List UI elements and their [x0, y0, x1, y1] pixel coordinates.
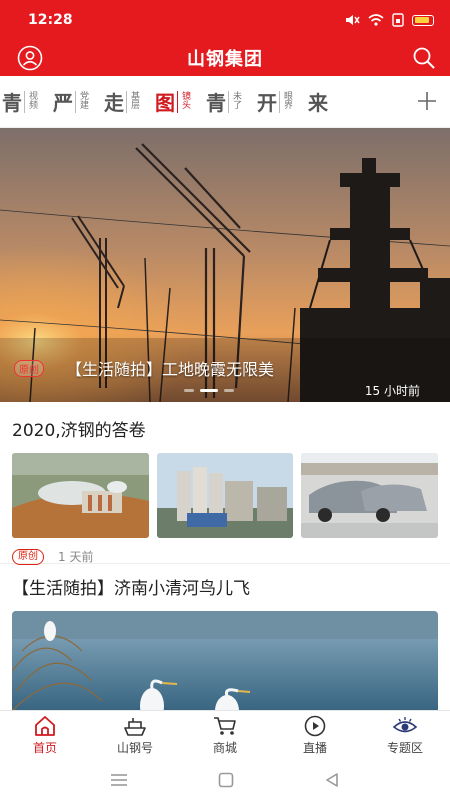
thumbnail-cars: [301, 453, 439, 538]
menu-icon[interactable]: [110, 773, 128, 787]
channel-glyph: 严: [53, 91, 73, 115]
tab-home[interactable]: 首页: [0, 711, 90, 760]
channel-sublabel: 党建: [75, 90, 88, 113]
sim-icon: [392, 13, 404, 27]
home-icon: [35, 716, 55, 736]
channel-glyph: 来: [308, 91, 328, 115]
cart-icon: [214, 717, 236, 735]
article-card[interactable]: 【生活随拍】济南小清河鸟儿飞: [0, 564, 450, 721]
channel-bar: 青 视频 严 党建 走 基层 图 镜头 青 未了 开 眼界 来: [0, 76, 450, 128]
system-nav-bar: [0, 760, 450, 800]
channel-glyph: 开: [257, 91, 277, 115]
carousel-indicator: [184, 389, 234, 392]
channel-list: 青 视频 严 党建 走 基层 图 镜头 青 未了 开 眼界 来: [0, 76, 336, 127]
article-card[interactable]: 2020,济钢的答卷 原创 1 天前: [0, 402, 450, 565]
original-tag: 原创: [12, 548, 44, 565]
home-square-icon[interactable]: [218, 772, 234, 788]
search-button[interactable]: [410, 44, 438, 72]
article-title: 2020,济钢的答卷: [12, 421, 146, 441]
user-icon: [17, 45, 43, 71]
profile-button[interactable]: [16, 44, 44, 72]
status-icons: [344, 13, 434, 27]
mute-icon: [346, 15, 360, 25]
channel-glyph: 青: [2, 91, 22, 115]
tab-mall[interactable]: 商城: [180, 711, 270, 760]
banner-carousel[interactable]: 原创 【生活随拍】工地晚霞无限美 15 小时前: [0, 128, 450, 402]
channel-glyph: 走: [104, 91, 124, 115]
app-title: 山钢集团: [187, 49, 263, 70]
channel-horizon[interactable]: 开 眼界: [249, 76, 300, 127]
battery-icon: [412, 14, 434, 26]
wifi-icon: [368, 14, 384, 26]
channel-come[interactable]: 来: [300, 76, 336, 127]
channel-party[interactable]: 严 党建: [45, 76, 96, 127]
article-meta: 原创 1 天前: [12, 548, 438, 565]
tab-label: 直播: [302, 741, 327, 755]
article-image: [12, 611, 438, 721]
channel-video[interactable]: 青 视频: [0, 76, 45, 127]
app-bar: 山钢集团: [0, 40, 450, 76]
channel-glyph: 青: [206, 91, 226, 115]
channel-sublabel: 镜头: [177, 90, 190, 113]
tab-label: 首页: [32, 741, 57, 755]
add-channel-button[interactable]: [412, 86, 442, 116]
status-time: 12:28: [28, 12, 73, 28]
carousel-dot: [184, 389, 194, 392]
channel-glyph: 图: [155, 91, 175, 115]
channel-youth[interactable]: 青 未了: [198, 76, 249, 127]
plus-icon: [418, 92, 436, 110]
thumbnail-plant: [156, 453, 294, 538]
tab-live[interactable]: 直播: [270, 711, 360, 760]
channel-lens[interactable]: 图 镜头: [147, 76, 198, 127]
original-badge: 原创: [14, 360, 44, 377]
status-bar: 12:28: [0, 0, 450, 40]
tab-label: 专题区: [386, 741, 423, 755]
channel-sublabel: 眼界: [279, 90, 292, 113]
channel-sublabel: 基层: [126, 90, 139, 113]
thumbnail-aerial: [12, 453, 149, 538]
search-icon: [413, 47, 435, 69]
tab-topics[interactable]: 专题区: [360, 711, 450, 760]
carousel-dot: [224, 389, 234, 392]
banner-caption: 【生活随拍】工地晚霞无限美: [66, 360, 275, 379]
channel-sublabel: 视频: [24, 90, 37, 113]
back-icon[interactable]: [324, 772, 340, 788]
ship-icon: [124, 718, 146, 736]
article-timestamp: 1 天前: [58, 550, 94, 564]
bottom-tab-bar: 首页 山钢号 商城 直播 专题区: [0, 710, 450, 760]
play-icon: [304, 715, 326, 737]
article-title: 【生活随拍】济南小清河鸟儿飞: [12, 579, 250, 599]
eye-icon: [392, 717, 418, 733]
channel-grassroots[interactable]: 走 基层: [96, 76, 147, 127]
banner-timestamp: 15 小时前: [364, 384, 420, 398]
thumbnail-row: [12, 453, 439, 538]
carousel-dot-active: [200, 389, 218, 392]
channel-sublabel: 未了: [228, 90, 241, 113]
tab-label: 商城: [212, 741, 237, 755]
tab-label: 山钢号: [116, 741, 153, 755]
tab-shangang-account[interactable]: 山钢号: [90, 711, 180, 760]
